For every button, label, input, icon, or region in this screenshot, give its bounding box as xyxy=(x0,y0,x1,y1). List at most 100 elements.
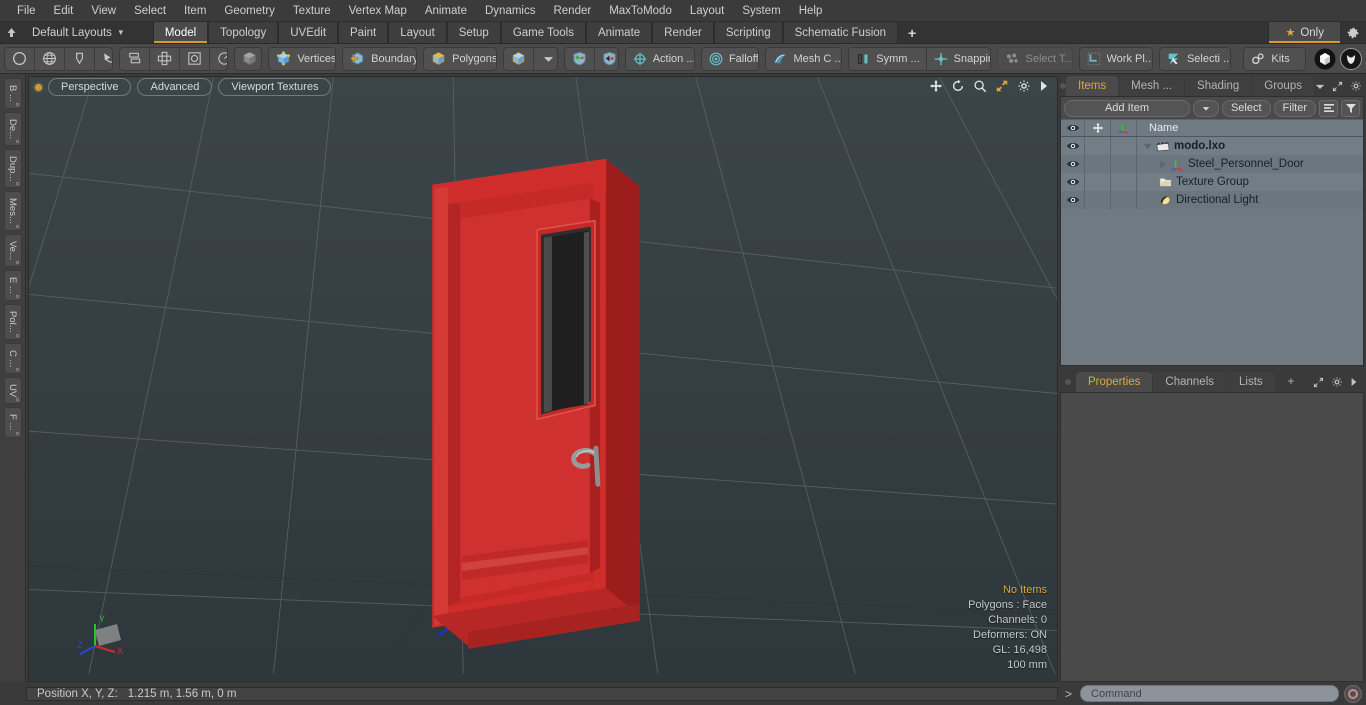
tab-shading[interactable]: Shading xyxy=(1185,76,1252,96)
tab-animate[interactable]: Animate xyxy=(585,22,653,43)
axis-icon[interactable] xyxy=(1111,120,1137,136)
menu-item-layout[interactable]: Layout xyxy=(681,2,734,20)
command-input[interactable]: Command xyxy=(1080,685,1339,702)
tab-layout[interactable]: Layout xyxy=(388,22,447,43)
symmetry-button[interactable]: Symm ... xyxy=(849,47,927,70)
menu-item-texture[interactable]: Texture xyxy=(284,2,340,20)
chevron-down-icon[interactable] xyxy=(534,48,557,70)
menu-item-select[interactable]: Select xyxy=(125,2,175,20)
menu-item-animate[interactable]: Animate xyxy=(416,2,476,20)
left-tab-deform[interactable]: De... xyxy=(3,111,22,146)
items-tree[interactable]: modo.lxo Steel_Personnel_Door Texture Gr… xyxy=(1061,137,1363,311)
table-row[interactable]: Steel_Personnel_Door xyxy=(1061,155,1363,173)
curve-icon[interactable] xyxy=(95,48,113,70)
center-icon[interactable] xyxy=(150,47,181,70)
action-center-button[interactable]: Action ... xyxy=(626,48,694,70)
add-properties-tab-button[interactable]: + xyxy=(1276,372,1307,392)
list-icon[interactable] xyxy=(1319,99,1338,117)
gear-icon[interactable] xyxy=(1331,376,1343,388)
shield-b-icon[interactable] xyxy=(595,48,618,70)
add-tab-button[interactable]: + xyxy=(898,22,926,43)
falloff-button[interactable]: Falloff xyxy=(702,48,758,70)
modo-logo-icon[interactable] xyxy=(1314,48,1336,70)
work-plane-button[interactable]: Work Pl... xyxy=(1080,48,1152,70)
left-tab-fusion[interactable]: F ... xyxy=(3,407,22,438)
properties-panel-body[interactable] xyxy=(1060,392,1364,682)
tab-lists[interactable]: Lists xyxy=(1227,372,1275,392)
pen-icon[interactable] xyxy=(65,47,95,70)
row-axis-cell[interactable] xyxy=(1111,191,1137,209)
cube-item-icon[interactable] xyxy=(504,47,534,70)
snapping-button[interactable]: Snapping xyxy=(927,48,990,70)
tab-properties[interactable]: Properties xyxy=(1076,372,1153,392)
menu-item-dynamics[interactable]: Dynamics xyxy=(476,2,544,20)
left-tab-basic[interactable]: B ... xyxy=(3,78,22,109)
left-tab-duplicate[interactable]: Dup... xyxy=(3,148,22,189)
row-name-cell[interactable]: Texture Group xyxy=(1137,176,1363,188)
menu-item-geometry[interactable]: Geometry xyxy=(215,2,284,20)
row-name-cell[interactable]: Steel_Personnel_Door xyxy=(1137,158,1363,171)
home-icon[interactable] xyxy=(0,22,22,43)
menu-item-maxtomodo[interactable]: MaxToModo xyxy=(600,2,681,20)
row-visibility-eye-icon[interactable] xyxy=(1061,173,1085,191)
menu-item-vertex-map[interactable]: Vertex Map xyxy=(340,2,416,20)
select-through-button[interactable]: Select T... xyxy=(998,48,1071,70)
tab-paint[interactable]: Paint xyxy=(338,22,389,43)
zoom-icon[interactable] xyxy=(973,79,987,93)
perspective-viewport[interactable]: Perspective Advanced Viewport Textures Y… xyxy=(28,76,1058,682)
row-axis-cell[interactable] xyxy=(1111,137,1137,155)
play-arrow-icon[interactable] xyxy=(1350,377,1358,387)
vertices-button[interactable]: Vertices xyxy=(269,48,335,70)
viewport-textures-button[interactable]: Viewport Textures xyxy=(218,78,332,96)
rotate-icon[interactable] xyxy=(951,79,965,93)
viewport-menu-dot[interactable] xyxy=(35,83,42,91)
menu-item-edit[interactable]: Edit xyxy=(45,2,83,20)
cube-gray-icon[interactable] xyxy=(235,48,261,70)
tab-scripting[interactable]: Scripting xyxy=(713,22,783,43)
move-icon[interactable] xyxy=(929,79,943,93)
tab-model[interactable]: Model xyxy=(152,22,209,43)
expand-icon[interactable] xyxy=(1313,377,1324,388)
row-lock-cell[interactable] xyxy=(1085,137,1111,155)
viewport-shading-button[interactable]: Advanced xyxy=(137,78,213,96)
left-tab-vertex[interactable]: Ve... xyxy=(3,234,22,268)
left-tab-curve[interactable]: C ... xyxy=(3,342,22,375)
select-button[interactable]: Select xyxy=(1221,99,1271,117)
table-row[interactable]: modo.lxo xyxy=(1061,137,1363,155)
add-item-button[interactable]: Add Item xyxy=(1064,99,1190,117)
items-tree-empty-area[interactable] xyxy=(1061,311,1363,365)
tab-game-tools[interactable]: Game Tools xyxy=(500,22,586,43)
chevron-down-icon[interactable] xyxy=(1315,83,1325,90)
mesh-constraint-button[interactable]: Mesh C ... xyxy=(766,48,841,70)
tab-uvedit[interactable]: UVEdit xyxy=(278,22,339,43)
menu-item-view[interactable]: View xyxy=(82,2,125,20)
row-axis-cell[interactable] xyxy=(1111,155,1137,173)
menu-item-help[interactable]: Help xyxy=(790,2,832,20)
left-tab-mesh[interactable]: Mes... xyxy=(3,191,22,232)
shield-a-icon[interactable] xyxy=(565,47,595,70)
funnel-icon[interactable] xyxy=(1341,99,1360,117)
layout-selector[interactable]: Default Layouts ▼ xyxy=(22,22,135,43)
tab-items[interactable]: Items xyxy=(1066,76,1119,96)
play-arrow-icon[interactable] xyxy=(1039,80,1049,92)
row-visibility-eye-icon[interactable] xyxy=(1061,155,1085,173)
row-visibility-eye-icon[interactable] xyxy=(1061,137,1085,155)
row-axis-cell[interactable] xyxy=(1111,173,1137,191)
expand-icon[interactable] xyxy=(1332,81,1343,92)
fit-icon[interactable] xyxy=(995,79,1009,93)
bound-icon[interactable] xyxy=(180,47,211,70)
chevron-down-icon[interactable] xyxy=(1143,143,1152,150)
tab-setup[interactable]: Setup xyxy=(446,22,501,43)
gear-icon[interactable] xyxy=(1017,79,1031,93)
table-row[interactable]: Directional Light xyxy=(1061,191,1363,209)
globe-icon[interactable] xyxy=(35,47,65,70)
tab-mesh-ops[interactable]: Mesh ... xyxy=(1119,76,1185,96)
only-toggle-button[interactable]: ★ Only xyxy=(1268,22,1340,43)
move-icon[interactable] xyxy=(1085,120,1111,136)
boundary-button[interactable]: Boundary xyxy=(343,48,416,70)
viewport-view-button[interactable]: Perspective xyxy=(48,78,132,96)
record-icon[interactable] xyxy=(1344,684,1362,703)
polygons-button[interactable]: Polygons xyxy=(424,48,495,70)
menu-item-item[interactable]: Item xyxy=(175,2,215,20)
left-tab-edge[interactable]: E ... xyxy=(3,270,22,302)
